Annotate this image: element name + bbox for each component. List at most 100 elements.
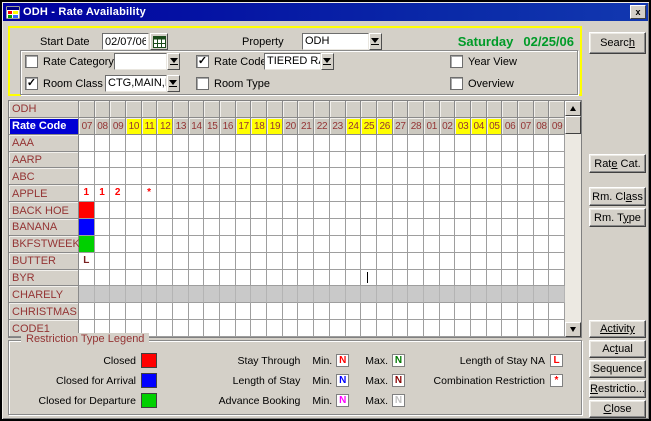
grid-col-header[interactable]: 05	[487, 118, 503, 135]
grid-cell[interactable]	[549, 303, 565, 320]
grid-cell[interactable]	[502, 320, 518, 337]
grid-top-cell[interactable]	[549, 101, 565, 118]
grid-cell[interactable]	[283, 135, 299, 152]
grid-cell[interactable]	[502, 168, 518, 185]
grid-cell[interactable]	[346, 185, 362, 202]
grid-cell[interactable]	[455, 152, 471, 169]
grid-cell[interactable]	[251, 236, 267, 253]
grid-cell[interactable]	[471, 168, 487, 185]
grid-cell[interactable]	[330, 185, 346, 202]
grid-cell[interactable]	[142, 270, 158, 287]
grid-cell[interactable]	[236, 202, 252, 219]
grid-col-header[interactable]: 26	[377, 118, 393, 135]
grid-cell[interactable]	[518, 152, 534, 169]
grid-cell[interactable]	[487, 168, 503, 185]
grid-col-header[interactable]: 09	[549, 118, 565, 135]
grid-cell[interactable]	[79, 286, 95, 303]
grid-cell[interactable]	[393, 286, 409, 303]
close-icon[interactable]: x	[630, 5, 646, 19]
grid-cell[interactable]	[330, 135, 346, 152]
grid-cell[interactable]	[346, 135, 362, 152]
grid-cell[interactable]	[283, 270, 299, 287]
grid-cell[interactable]	[534, 303, 550, 320]
grid-cell[interactable]	[393, 253, 409, 270]
grid-top-cell[interactable]	[424, 101, 440, 118]
grid-cell[interactable]	[298, 168, 314, 185]
grid-cell[interactable]	[518, 168, 534, 185]
grid-cell[interactable]	[110, 253, 126, 270]
grid-cell[interactable]	[95, 303, 111, 320]
grid-cell[interactable]	[330, 253, 346, 270]
grid-cell[interactable]	[298, 202, 314, 219]
grid-cell[interactable]	[361, 219, 377, 236]
grid-cell[interactable]	[142, 152, 158, 169]
grid-cell[interactable]	[204, 168, 220, 185]
grid-cell[interactable]	[346, 320, 362, 337]
grid-col-header[interactable]: 21	[298, 118, 314, 135]
grid-cell[interactable]	[518, 185, 534, 202]
grid-cell[interactable]	[236, 152, 252, 169]
grid-cell[interactable]	[189, 185, 205, 202]
grid-cell[interactable]	[79, 152, 95, 169]
grid-cell[interactable]	[173, 202, 189, 219]
grid-cell[interactable]	[487, 185, 503, 202]
grid-cell[interactable]	[440, 168, 456, 185]
grid-cell[interactable]	[377, 303, 393, 320]
grid-cell[interactable]	[549, 185, 565, 202]
grid-col-header[interactable]: 12	[157, 118, 173, 135]
grid-top-cell[interactable]	[346, 101, 362, 118]
grid-cell[interactable]	[314, 202, 330, 219]
grid-cell[interactable]	[110, 270, 126, 287]
grid-cell[interactable]	[95, 219, 111, 236]
scroll-up-icon[interactable]	[565, 101, 581, 116]
grid-cell[interactable]	[408, 253, 424, 270]
grid-cell[interactable]	[424, 270, 440, 287]
grid-cell[interactable]	[487, 303, 503, 320]
grid-cell[interactable]	[534, 270, 550, 287]
grid-cell[interactable]	[126, 270, 142, 287]
grid-cell[interactable]	[189, 303, 205, 320]
grid-top-cell[interactable]	[455, 101, 471, 118]
grid-cell[interactable]	[298, 185, 314, 202]
grid-cell[interactable]	[110, 236, 126, 253]
grid-cell[interactable]	[424, 253, 440, 270]
grid-cell[interactable]	[95, 270, 111, 287]
grid-cell[interactable]	[267, 270, 283, 287]
grid-cell[interactable]	[314, 303, 330, 320]
grid-cell[interactable]	[361, 185, 377, 202]
grid-cell[interactable]	[361, 152, 377, 169]
grid-cell[interactable]	[251, 286, 267, 303]
grid-cell[interactable]	[377, 236, 393, 253]
grid-cell[interactable]	[346, 152, 362, 169]
grid-cell[interactable]	[440, 236, 456, 253]
grid-cell[interactable]	[189, 202, 205, 219]
grid-cell[interactable]	[346, 286, 362, 303]
grid-cell[interactable]	[440, 320, 456, 337]
grid-cell[interactable]	[204, 303, 220, 320]
grid-cell[interactable]	[126, 202, 142, 219]
grid-cell[interactable]	[204, 320, 220, 337]
grid-cell[interactable]	[95, 152, 111, 169]
grid-cell[interactable]	[220, 303, 236, 320]
grid-col-header[interactable]: 09	[110, 118, 126, 135]
grid-cell[interactable]	[220, 185, 236, 202]
grid-cell[interactable]	[173, 253, 189, 270]
grid-cell[interactable]	[204, 236, 220, 253]
grid-row-label[interactable]: BANANA	[9, 219, 79, 236]
grid-cell[interactable]	[298, 320, 314, 337]
grid-top-cell[interactable]	[471, 101, 487, 118]
grid-cell[interactable]	[424, 236, 440, 253]
grid-cell[interactable]	[267, 168, 283, 185]
rate-category-value[interactable]	[114, 53, 167, 70]
grid-cell[interactable]	[314, 320, 330, 337]
grid-cell[interactable]	[361, 253, 377, 270]
grid-cell[interactable]	[534, 253, 550, 270]
grid-cell[interactable]	[377, 135, 393, 152]
grid-cell[interactable]	[534, 135, 550, 152]
grid-cell[interactable]	[204, 202, 220, 219]
grid-cell[interactable]	[471, 152, 487, 169]
grid-top-cell[interactable]	[189, 101, 205, 118]
grid-cell[interactable]	[142, 253, 158, 270]
grid-cell[interactable]	[502, 152, 518, 169]
grid-cell[interactable]	[455, 303, 471, 320]
